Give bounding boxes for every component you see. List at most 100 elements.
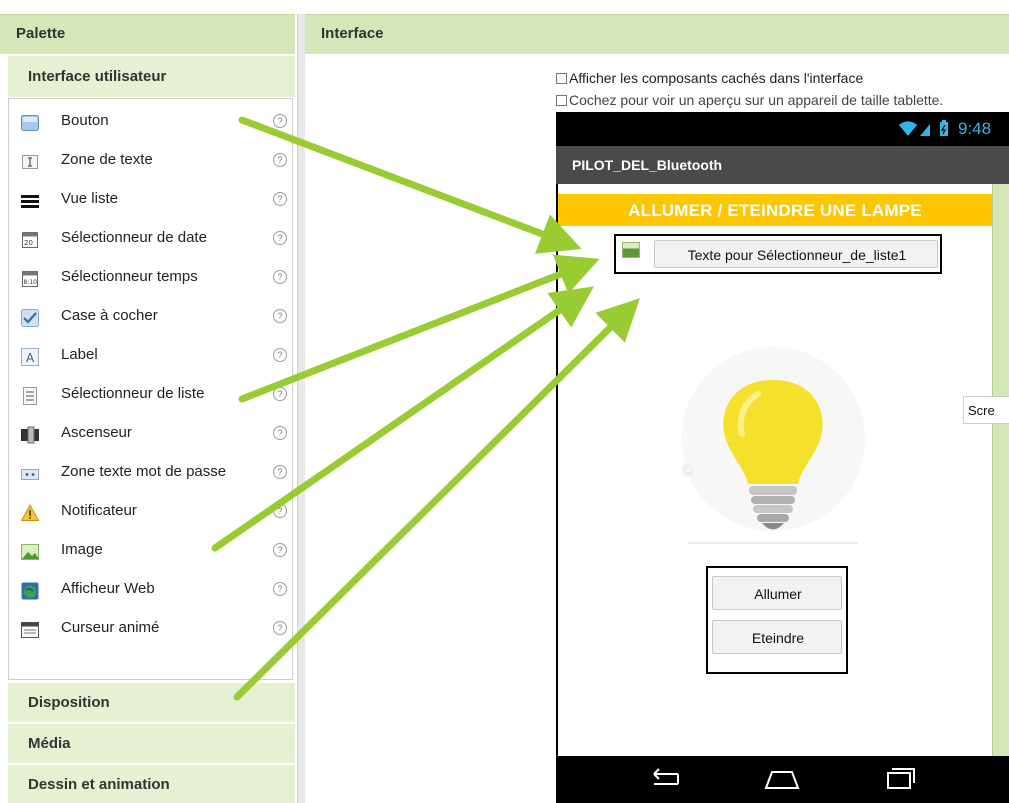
- category-label: Média: [28, 735, 71, 752]
- category-drawing-animation[interactable]: Dessin et animation: [8, 764, 295, 803]
- password-icon: [21, 465, 39, 483]
- palette-item-label: Afficheur Web: [61, 580, 155, 597]
- svg-text:20: 20: [24, 239, 33, 247]
- palette-header: Palette: [0, 14, 295, 54]
- palette-item-button[interactable]: Bouton ?: [9, 103, 292, 141]
- app-title-bar: PILOT_DEL_Bluetooth: [556, 146, 1009, 184]
- interface-title: Interface: [321, 25, 384, 42]
- webviewer-icon: [21, 582, 39, 600]
- palette-item-label: Label: [61, 346, 98, 363]
- palette-panel: Palette Interface utilisateur Bouton ? Z…: [0, 0, 297, 803]
- screen-scrollbar[interactable]: [992, 184, 1009, 756]
- checkbox-icon: [21, 309, 39, 327]
- checkbox-box[interactable]: [556, 95, 567, 106]
- help-icon[interactable]: ?: [273, 465, 287, 479]
- category-label: Dessin et animation: [28, 776, 170, 793]
- banner-text: ALLUMER / ETEINDRE UNE LAMPE: [628, 201, 922, 220]
- category-layout[interactable]: Disposition: [8, 682, 295, 722]
- help-icon[interactable]: ?: [273, 231, 287, 245]
- help-icon[interactable]: ?: [273, 621, 287, 635]
- title-label[interactable]: ALLUMER / ETEINDRE UNE LAMPE: [558, 194, 992, 226]
- palette-item-textbox[interactable]: Zone de texte ?: [9, 142, 292, 180]
- listpicker-button[interactable]: Texte pour Sélectionneur_de_liste1: [654, 240, 938, 268]
- category-user-interface[interactable]: Interface utilisateur: [8, 55, 295, 97]
- palette-item-label: Zone texte mot de passe: [61, 463, 227, 480]
- label-icon: A: [21, 348, 39, 366]
- checkbox-label: Afficher les composants cachés dans l'in…: [569, 70, 864, 86]
- category-label: Disposition: [28, 694, 110, 711]
- home-icon: [762, 764, 802, 799]
- show-hidden-components-checkbox[interactable]: Afficher les composants cachés dans l'in…: [556, 70, 863, 88]
- checkbox-box[interactable]: [556, 73, 567, 84]
- palette-item-notifier[interactable]: Notificateur ?: [9, 493, 292, 531]
- palette-item-spinner[interactable]: Curseur animé ?: [9, 610, 292, 648]
- spinner-icon: [21, 621, 39, 639]
- palette-item-label: Notificateur: [61, 502, 137, 519]
- lightbulb-image[interactable]: ©: [658, 344, 888, 554]
- recent-apps-icon: [882, 764, 918, 799]
- tablet-preview-checkbox[interactable]: Cochez pour voir un aperçu sur un appare…: [556, 92, 943, 110]
- palette-item-image[interactable]: Image ?: [9, 532, 292, 570]
- buttons-arrangement[interactable]: Allumer Eteindre: [706, 566, 848, 674]
- app-title: PILOT_DEL_Bluetooth: [572, 157, 723, 173]
- listpicker-arrangement[interactable]: Texte pour Sélectionneur_de_liste1: [614, 234, 942, 274]
- listview-icon: [21, 192, 39, 210]
- palette-item-datepicker[interactable]: 20 Sélectionneur de date ?: [9, 220, 292, 258]
- signal-battery-icon: [898, 120, 954, 143]
- help-icon[interactable]: ?: [273, 426, 287, 440]
- palette-item-label-component[interactable]: A Label ?: [9, 337, 292, 375]
- palette-item-checkbox[interactable]: Case à cocher ?: [9, 298, 292, 336]
- palette-item-timepicker[interactable]: 8:10 Sélectionneur temps ?: [9, 259, 292, 297]
- image-icon: [21, 543, 39, 561]
- image-icon[interactable]: [622, 242, 640, 258]
- timepicker-icon: 8:10: [21, 270, 39, 288]
- help-icon[interactable]: ?: [273, 348, 287, 362]
- app-inventor-designer: Palette Interface utilisateur Bouton ? Z…: [0, 0, 1009, 803]
- listpicker-icon: [21, 387, 39, 405]
- help-icon[interactable]: ?: [273, 270, 287, 284]
- palette-item-listpicker[interactable]: Sélectionneur de liste ?: [9, 376, 292, 414]
- nav-bar: [556, 756, 1009, 803]
- listpicker-text: Texte pour Sélectionneur_de_liste1: [687, 247, 907, 263]
- notifier-icon: [21, 504, 39, 522]
- button-label: Eteindre: [751, 630, 805, 646]
- help-icon[interactable]: ?: [273, 309, 287, 323]
- tooltip-text: Scre: [968, 403, 995, 418]
- status-time: 9:48: [958, 119, 992, 138]
- palette-item-label: Case à cocher: [61, 307, 158, 324]
- help-icon[interactable]: ?: [273, 543, 287, 557]
- textbox-icon: [21, 153, 39, 171]
- status-bar: 9:48: [556, 112, 1009, 146]
- help-icon[interactable]: ?: [273, 153, 287, 167]
- phone-preview: 9:48 PILOT_DEL_Bluetooth ALLUMER / ETEIN…: [556, 112, 1009, 803]
- palette-title: Palette: [16, 25, 66, 42]
- palette-item-label: Ascenseur: [61, 424, 132, 441]
- component-list: Bouton ? Zone de texte ? Vue liste ? 20 …: [8, 98, 293, 680]
- help-icon[interactable]: ?: [273, 504, 287, 518]
- help-icon[interactable]: ?: [273, 582, 287, 596]
- back-icon: [648, 764, 686, 799]
- palette-item-listview[interactable]: Vue liste ?: [9, 181, 292, 219]
- screen1[interactable]: ALLUMER / ETEINDRE UNE LAMPE Texte pour …: [558, 184, 992, 756]
- palette-item-label: Zone de texte: [61, 151, 153, 168]
- help-icon[interactable]: ?: [273, 114, 287, 128]
- palette-item-label: Sélectionneur temps: [61, 268, 198, 285]
- palette-item-webviewer[interactable]: Afficheur Web ?: [9, 571, 292, 609]
- interface-header: Interface: [305, 14, 1009, 54]
- slider-icon: [21, 426, 39, 444]
- turn-on-button[interactable]: Allumer: [712, 576, 842, 610]
- svg-text:8:10: 8:10: [24, 279, 38, 286]
- turn-off-button[interactable]: Eteindre: [712, 620, 842, 654]
- palette-item-label: Sélectionneur de date: [61, 229, 207, 246]
- datepicker-icon: 20: [21, 231, 39, 249]
- panel-splitter[interactable]: [297, 14, 305, 803]
- help-icon[interactable]: ?: [273, 387, 287, 401]
- palette-item-label: Bouton: [61, 112, 109, 129]
- help-icon[interactable]: ?: [273, 192, 287, 206]
- palette-item-password[interactable]: Zone texte mot de passe ?: [9, 454, 292, 492]
- button-icon: [21, 114, 39, 132]
- category-media[interactable]: Média: [8, 723, 295, 763]
- category-label: Interface utilisateur: [28, 68, 167, 85]
- palette-item-slider[interactable]: Ascenseur ?: [9, 415, 292, 453]
- checkbox-label: Cochez pour voir un aperçu sur un appare…: [569, 92, 944, 108]
